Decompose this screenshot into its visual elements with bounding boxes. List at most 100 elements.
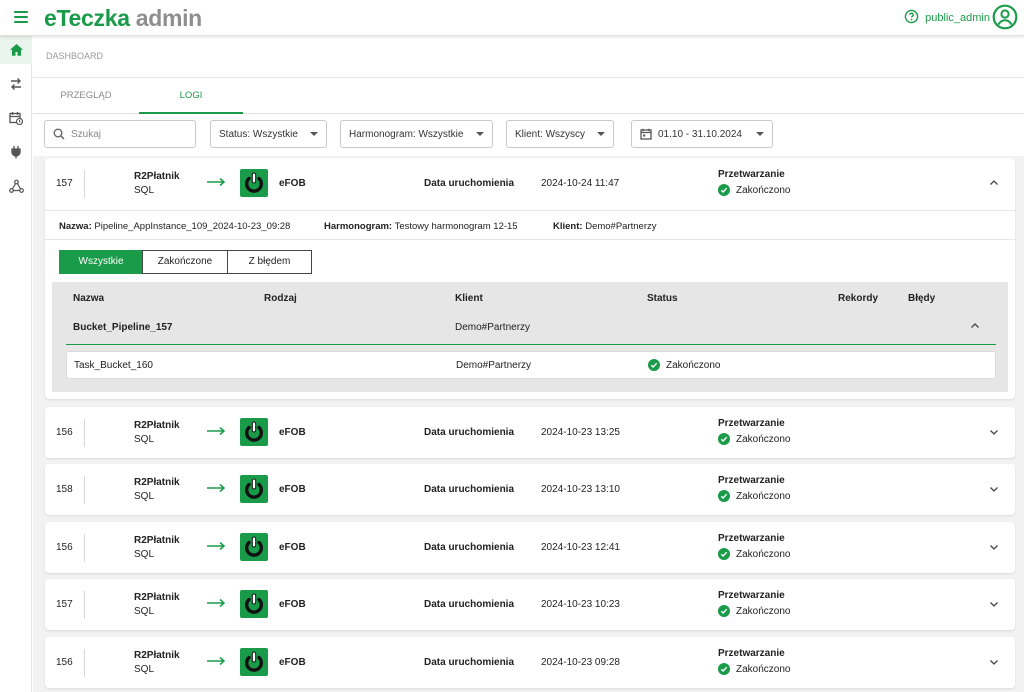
- tab-overview[interactable]: PRZEGLĄD: [33, 78, 139, 114]
- log-row-header[interactable]: 158 R2Płatnik SQL eFOB Data uruchomienia 2024…: [45, 464, 1015, 516]
- status-filter[interactable]: Status: Wszystkie: [210, 120, 327, 148]
- logo-sub: admin: [135, 5, 203, 31]
- run-id: 156: [56, 427, 73, 438]
- log-card: 156 R2Płatnik SQL eFOB Data uruchomienia 2024…: [45, 522, 1015, 573]
- run-id: 156: [56, 542, 73, 553]
- client-filter[interactable]: Klient: Wszyscy: [506, 120, 614, 148]
- chevron-up-icon[interactable]: [970, 321, 980, 334]
- source-type: SQL: [134, 606, 155, 617]
- power-icon: [240, 590, 268, 618]
- home-icon[interactable]: [0, 36, 32, 64]
- source: R2Płatnik SQL: [134, 649, 180, 677]
- check-circle-icon: [718, 184, 730, 196]
- task-table: Nazwa Rodzaj Klient Status Rekordy Błędy…: [52, 282, 1008, 392]
- transfer-icon[interactable]: [0, 70, 32, 98]
- status-value: Zakończono: [718, 184, 790, 196]
- divider: [84, 534, 85, 562]
- username[interactable]: public_admin: [925, 12, 990, 24]
- chevron-down-icon: [476, 132, 484, 136]
- run-date: 2024-10-23 10:23: [541, 599, 620, 610]
- app-logo[interactable]: eTeczka admin: [44, 5, 202, 31]
- run-id: 157: [56, 599, 73, 610]
- check-circle-icon: [718, 433, 730, 445]
- check-circle-icon: [718, 605, 730, 617]
- tab-logs[interactable]: LOGI: [139, 78, 243, 114]
- log-row-header[interactable]: 157 R2Płatnik SQL eFOB Data uruchomienia …: [45, 158, 1015, 210]
- target-name: eFOB: [279, 599, 306, 610]
- source-type: SQL: [134, 491, 155, 502]
- chevron-up-icon[interactable]: [989, 178, 999, 191]
- run-date: 2024-10-23 13:25: [541, 427, 620, 438]
- breadcrumb[interactable]: DASHBOARD: [33, 36, 1024, 78]
- source-name: R2Płatnik: [134, 592, 180, 603]
- target-name: eFOB: [279, 484, 306, 495]
- bucket-client: Demo#Partnerzy: [455, 322, 531, 333]
- run-date: 2024-10-23 13:10: [541, 484, 620, 495]
- search-placeholder: Szukaj: [71, 128, 102, 140]
- arrow-right-icon: [207, 483, 227, 496]
- schedule-filter[interactable]: Harmonogram: Wszystkie: [340, 120, 493, 148]
- logo-main: eTeczka: [44, 5, 130, 31]
- account-icon[interactable]: [992, 4, 1018, 33]
- source-name: R2Płatnik: [134, 477, 180, 488]
- task-name: Task_Bucket_160: [74, 360, 153, 371]
- client-filter-label: Klient: Wszyscy: [515, 128, 586, 140]
- status-value: Zakończono: [718, 433, 790, 445]
- power-icon: [240, 475, 268, 503]
- task-status: Zakończono: [648, 359, 720, 371]
- date-label: Data uruchomienia: [424, 657, 515, 668]
- table-row[interactable]: Task_Bucket_160 Demo#Partnerzy Zakończon…: [66, 351, 996, 379]
- log-row-header[interactable]: 157 R2Płatnik SQL eFOB Data uruchomienia 2024…: [45, 579, 1015, 631]
- source: R2Płatnik SQL: [134, 591, 180, 619]
- divider: [84, 649, 85, 677]
- help-icon[interactable]: [904, 9, 919, 27]
- chevron-down-icon[interactable]: [989, 542, 999, 555]
- status-text: Zakończono: [736, 548, 791, 560]
- network-icon[interactable]: [0, 172, 32, 200]
- run-id: 156: [56, 657, 73, 668]
- check-circle-icon: [718, 490, 730, 502]
- chevron-down-icon[interactable]: [989, 599, 999, 612]
- run-id: 157: [56, 178, 73, 189]
- user-menu[interactable]: public_admin: [904, 4, 1018, 32]
- log-row-header[interactable]: 156 R2Płatnik SQL eFOB Data uruchomienia 2024…: [45, 407, 1015, 459]
- log-row-header[interactable]: 156 R2Płatnik SQL eFOB Data uruchomienia 2024…: [45, 522, 1015, 574]
- source-name: R2Płatnik: [134, 171, 180, 182]
- power-icon: [240, 648, 268, 676]
- log-card: 156 R2Płatnik SQL eFOB Data uruchomienia 2024…: [45, 407, 1015, 458]
- filter-bar: Szukaj Status: Wszystkie Harmonogram: Ws…: [33, 114, 1024, 156]
- status-text: Zakończono: [736, 490, 791, 502]
- target-name: eFOB: [279, 178, 306, 189]
- plug-icon[interactable]: [0, 138, 32, 166]
- chevron-down-icon: [597, 132, 605, 136]
- task-client: Demo#Partnerzy: [456, 360, 532, 371]
- search-input[interactable]: Szukaj: [44, 120, 196, 148]
- status-title: Przetwarzanie: [718, 169, 785, 180]
- segment-error[interactable]: Z błędem: [227, 250, 312, 274]
- target-name: eFOB: [279, 542, 306, 553]
- log-row-header[interactable]: 156 R2Płatnik SQL eFOB Data uruchomienia 2024…: [45, 637, 1015, 689]
- segment-all[interactable]: Wszystkie: [59, 250, 143, 274]
- status-text: Zakończono: [736, 663, 791, 675]
- segment-completed[interactable]: Zakończone: [142, 250, 228, 274]
- chevron-down-icon[interactable]: [989, 427, 999, 440]
- run-id: 158: [56, 484, 73, 495]
- status-value: Zakończono: [718, 663, 790, 675]
- chevron-down-icon[interactable]: [989, 484, 999, 497]
- chevron-down-icon[interactable]: [989, 657, 999, 670]
- date-range-filter[interactable]: 01.10 - 31.10.2024: [631, 120, 773, 148]
- run-date: 2024-10-24 11:47: [541, 178, 620, 189]
- status-value: Zakończono: [718, 548, 790, 560]
- source: R2Płatnik SQL: [134, 476, 180, 504]
- bucket-group-row[interactable]: Bucket_Pipeline_157 Demo#Partnerzy: [52, 312, 1008, 342]
- menu-icon[interactable]: [14, 11, 28, 23]
- source-name: R2Płatnik: [134, 650, 180, 661]
- schedule-icon[interactable]: [0, 104, 32, 132]
- col-records: Rekordy: [838, 293, 879, 304]
- status-title: Przetwarzanie: [718, 533, 785, 544]
- search-icon: [53, 128, 65, 140]
- source-type: SQL: [134, 185, 155, 196]
- run-date: 2024-10-23 09:28: [541, 657, 620, 668]
- arrow-right-icon: [207, 426, 227, 439]
- status-value: Zakończono: [718, 490, 790, 502]
